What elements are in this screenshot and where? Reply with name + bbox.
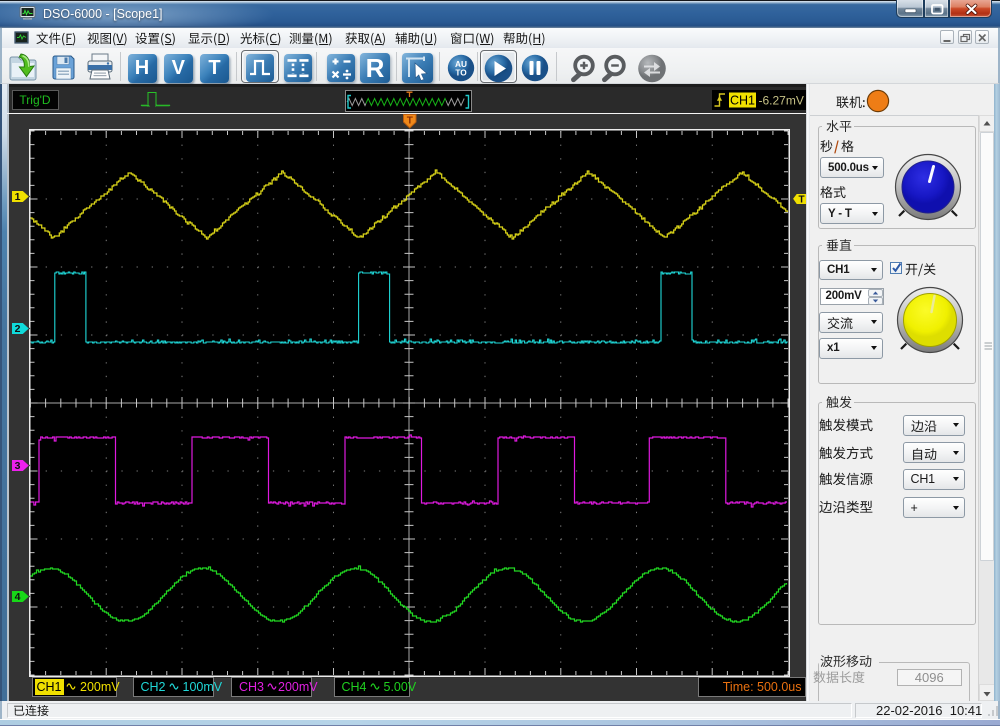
svg-text:CH1: CH1 bbox=[730, 94, 755, 108]
svg-text:3: 3 bbox=[15, 460, 21, 472]
svg-text:T: T bbox=[406, 116, 412, 127]
svg-text:2: 2 bbox=[15, 323, 21, 335]
svg-text:4: 4 bbox=[15, 591, 21, 603]
svg-text:TO: TO bbox=[455, 67, 467, 77]
svg-text:-6.27mV: -6.27mV bbox=[759, 93, 804, 107]
svg-text:1: 1 bbox=[15, 191, 21, 203]
svg-text:T: T bbox=[798, 194, 804, 205]
svg-text:R: R bbox=[366, 53, 385, 83]
